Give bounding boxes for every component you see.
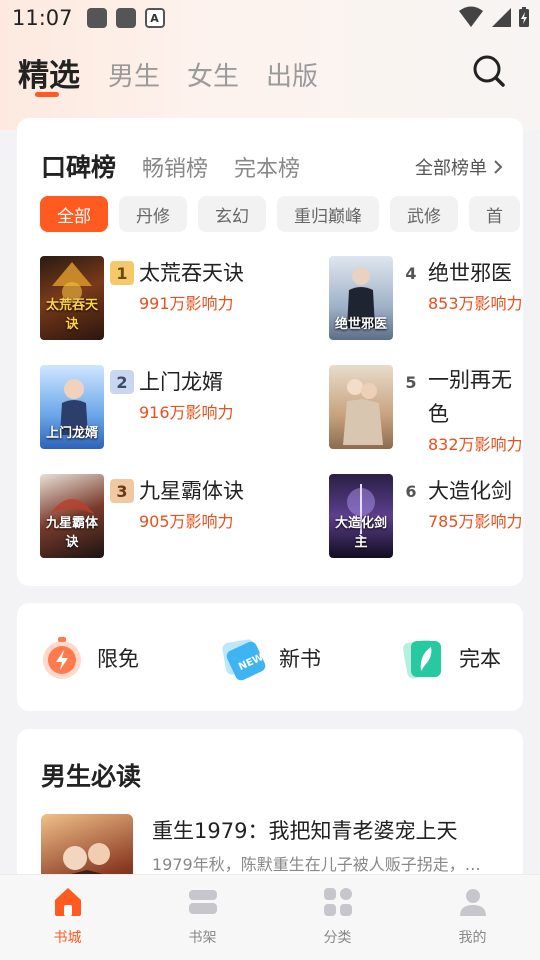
book-influence: 905万影响力 (139, 512, 234, 531)
battery-icon (519, 7, 529, 27)
quick-entry-card: 限免 NEW 新书 完本 (17, 603, 523, 711)
entry-label: 完本 (459, 647, 501, 671)
cover-title: 上门龙婿 (45, 426, 98, 441)
rank-badge-silver: 2 (110, 370, 134, 394)
ranking-card: 口碑榜 畅销榜 完本榜 全部榜单 全部 丹修 玄幻 重归巅峰 武修 首 太荒吞天… (17, 118, 523, 586)
entry-new-books[interactable]: NEW 新书 (221, 635, 321, 681)
genre-filter-chips: 全部 丹修 玄幻 重归巅峰 武修 首 (40, 196, 520, 232)
ranking-book-grid: 太荒吞天诀 1 太荒吞天诀 991万影响力 上门龙婿 2 上门龙婿 916万影响… (40, 256, 523, 566)
keyboard-a-icon: A (144, 8, 165, 28)
channel-tabs: 精选 男生 女生 出版 (18, 50, 345, 97)
tab-completed-rank[interactable]: 完本榜 (234, 151, 300, 183)
book-title: 九星霸体诀 (139, 479, 244, 503)
nav-label: 分类 (323, 930, 352, 946)
signal-icon (492, 8, 511, 27)
status-time: 11:07 (12, 6, 73, 30)
tab-bestseller-rank[interactable]: 畅销榜 (142, 151, 208, 183)
book-cover: 上门龙婿 (40, 365, 104, 449)
tab-male[interactable]: 男生 (108, 56, 160, 95)
tab-reputation-rank[interactable]: 口碑榜 (41, 148, 116, 184)
book-description: 1979年秋，陈默重生在儿子被人贩子拐走，… (152, 855, 481, 874)
nav-bookstore[interactable]: 书城 (0, 875, 135, 960)
nav-label: 书架 (188, 930, 217, 946)
new-tag-icon: NEW (222, 639, 265, 681)
search-icon[interactable] (472, 54, 506, 88)
home-icon (54, 888, 81, 916)
chip-more[interactable]: 首 (469, 196, 520, 232)
cover-title: 太荒吞天诀 (45, 298, 98, 332)
book-influence: 785万影响力 (428, 512, 523, 531)
chip-return-peak[interactable]: 重归巅峰 (277, 196, 379, 232)
nav-label: 书城 (53, 930, 82, 946)
rank-badge-gold: 1 (110, 261, 134, 285)
ranking-tabs: 口碑榜 畅销榜 完本榜 (41, 148, 326, 184)
app-notification-icon (86, 8, 107, 28)
rank-number: 5 (405, 372, 417, 392)
bookshelf-icon (188, 890, 217, 914)
book-influence: 991万影响力 (139, 294, 234, 313)
feather-book-icon (403, 639, 441, 679)
wifi-icon (459, 6, 483, 27)
book-cover: 九星霸体诀 (40, 474, 104, 558)
book-cover: 太荒吞天诀 (40, 256, 104, 340)
ranking-book-item[interactable]: 上门龙婿 2 上门龙婿 916万影响力 (40, 365, 330, 449)
book-title: 上门龙婿 (139, 370, 223, 394)
status-bar: 11:07 A (0, 0, 540, 36)
book-cover: 绝世邪医 (329, 256, 393, 340)
profile-icon (459, 889, 486, 916)
entry-label: 限免 (97, 647, 139, 671)
app-notification-icon (115, 8, 136, 28)
book-influence: 916万影响力 (139, 403, 234, 422)
book-cover (329, 365, 393, 449)
stopwatch-lightning-icon (43, 637, 81, 679)
chip-wuxiu[interactable]: 武修 (390, 196, 458, 232)
chip-danxiu[interactable]: 丹修 (119, 196, 187, 232)
entry-completed[interactable]: 完本 (401, 635, 501, 681)
chip-xuanhuan[interactable]: 玄幻 (198, 196, 266, 232)
tab-female[interactable]: 女生 (187, 56, 239, 95)
ranking-book-item[interactable]: 绝世邪医 4 绝世邪医 853万影响力 (329, 256, 523, 340)
section-title: 男生必读 (41, 762, 142, 791)
nav-bookshelf[interactable]: 书架 (135, 875, 270, 960)
book-title[interactable]: 重生1979：我把知青老婆宠上天 (152, 815, 457, 845)
nav-profile[interactable]: 我的 (405, 875, 540, 960)
system-status-icons (458, 6, 530, 28)
cover-title: 九星霸体诀 (45, 516, 98, 550)
entry-free[interactable]: 限免 (39, 635, 139, 681)
all-rankings-link[interactable]: 全部榜单 (415, 154, 503, 180)
ranking-book-item[interactable]: 太荒吞天诀 1 太荒吞天诀 991万影响力 (40, 256, 330, 340)
ranking-book-item[interactable]: 5 一别再无色 832万影响力 (329, 365, 523, 454)
book-title: 太荒吞天诀 (139, 261, 244, 285)
chip-all[interactable]: 全部 (40, 196, 108, 232)
bottom-nav: 书城 书架 分类 我的 (0, 874, 540, 960)
nav-label: 我的 (458, 930, 487, 946)
cover-title: 大造化剑主 (334, 516, 387, 550)
notification-letter: A (150, 11, 159, 25)
tab-featured[interactable]: 精选 (18, 50, 80, 97)
ranking-book-item[interactable]: 九星霸体诀 3 九星霸体诀 905万影响力 (40, 474, 330, 558)
book-influence: 853万影响力 (428, 294, 523, 313)
book-title: 绝世邪医 (428, 261, 512, 285)
book-cover: 大造化剑主 (329, 474, 393, 558)
rank-number: 4 (405, 263, 417, 283)
notification-icons: A (86, 8, 165, 28)
rank-badge-bronze: 3 (110, 479, 134, 503)
rank-number: 6 (405, 481, 417, 501)
ranking-book-item[interactable]: 大造化剑主 6 大造化剑 785万影响力 (329, 474, 523, 558)
chevron-right-icon (494, 160, 503, 174)
tab-publishing[interactable]: 出版 (266, 56, 318, 95)
category-grid-icon (323, 888, 352, 916)
book-title: 大造化剑 (428, 479, 512, 503)
nav-category[interactable]: 分类 (270, 875, 405, 960)
book-influence: 832万影响力 (428, 435, 523, 454)
all-rankings-label: 全部榜单 (415, 158, 487, 179)
entry-label: 新书 (279, 647, 321, 671)
book-title: 一别再无色 (428, 368, 512, 426)
cover-art (343, 379, 383, 445)
cover-title: 绝世邪医 (334, 317, 387, 332)
